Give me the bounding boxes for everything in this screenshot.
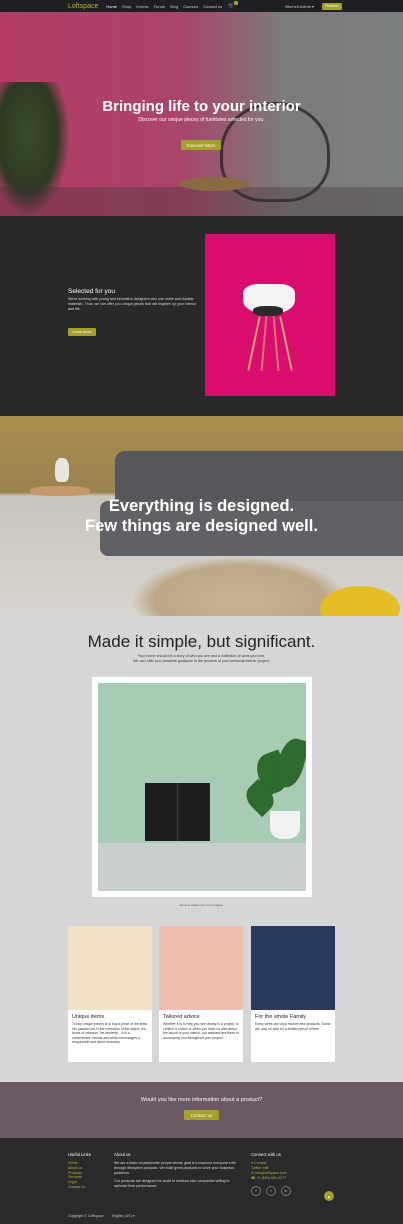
simple-section: Made it simple, but significant. Your ho… [0,616,403,926]
footer: Useful Links Home About us Products Serv… [0,1138,403,1224]
side-table-decoration [180,177,250,191]
cta-section: Would you like more information about a … [0,1082,403,1138]
stool-decoration [30,486,90,496]
card-title: Tailored advice [163,1014,200,1020]
footer-contact-label: Contact [254,1161,267,1165]
sofa-banner: Everything is designed. Few things are d… [0,416,403,616]
footer-connect: Connect with us ● Contact Twitter edit ✉… [251,1152,291,1196]
brand-logo[interactable]: Loftspace [68,3,98,10]
hero-subtitle: Discover our unique pieces of furnitures… [138,117,265,123]
facebook-icon[interactable]: f [251,1186,261,1196]
card-image [68,926,152,1010]
footer-useful-title: Useful Links [68,1152,91,1157]
floor-decoration [0,187,403,216]
card-title: Unique items [72,1014,105,1020]
card-image [159,926,243,1010]
selected-text: We're working with young and innovative … [68,297,196,312]
banner-line-2: Few things are designed well. [85,517,318,535]
floor [98,843,306,891]
footer-useful-links: Useful Links Home About us Products Serv… [68,1152,91,1190]
redirect-button[interactable]: Redirect [322,2,342,10]
selected-title: Selected for you [68,288,115,295]
footer-connect-title: Connect with us [251,1152,281,1157]
rug-decoration [130,556,350,616]
menu-item-contact[interactable]: Contact us [203,4,222,9]
menu-item-events[interactable]: Events [136,4,148,9]
card-unique-items: Unique items To buy unique pieces is to … [68,926,152,1062]
cat [253,306,283,316]
learn-more-button[interactable]: Learn more [68,328,96,336]
feature-cards: Unique items To buy unique pieces is to … [0,926,403,1082]
hero-title: Bringing life to your interior [102,98,301,115]
leaf [271,735,306,791]
chair-leg [272,316,280,371]
menu-item-forum[interactable]: Forum [154,4,166,9]
menu-item-shop[interactable]: Shop [122,4,131,9]
chair-leg [260,316,268,371]
footer-phone-link[interactable]: ☎ +1 (650) 691-3277 [251,1176,291,1181]
footer-about: About us We are a team of passionate peo… [114,1152,239,1193]
plant-pot [270,811,300,839]
language-selector[interactable]: English (US) ▾ [112,1214,135,1218]
simple-desc-2: We can offer you complete guidance in th… [133,659,270,663]
simple-title: Made it simple, but significant. [87,632,316,651]
banner-headline: Everything is designed. Few things are d… [0,496,403,536]
chair-leg [279,316,293,371]
selected-section: Selected for you We're working with youn… [0,216,403,416]
footer-about-title: About us [114,1152,131,1157]
footer-email-label: info@loftspace.com [255,1171,287,1175]
top-navbar: Loftspace Home Shop Events Forum Blog Co… [0,0,403,12]
chair-with-cat-image [205,234,335,396]
card-image [251,926,335,1010]
footer-about-p2: Our products are designed for small to m… [114,1179,230,1189]
cart-icon[interactable]: 🛒 [228,1,239,9]
social-links: f t in [251,1186,291,1196]
copyright-text: Copyright © Loftspace [68,1214,104,1218]
featured-image-frame [92,677,312,897]
chair-leg [247,316,261,371]
card-text: Whether it is to help you see clearly in… [163,1022,239,1040]
card-title: For the whole Family [255,1014,307,1020]
banner-line-1: Everything is designed. [108,497,295,515]
user-menu[interactable]: Mitchell Admin ▾ [285,4,314,9]
vase-decoration [55,458,69,482]
simple-desc-1: Your home should be a story of who you a… [137,654,266,658]
footer-bottom: Copyright © Loftspace English (US) ▾ [68,1214,135,1218]
card-tailored-advice: Tailored advice Whether it is to help yo… [159,926,243,1062]
cabinet-plant-image [98,683,306,891]
menu-item-home[interactable]: Home [106,4,117,9]
footer-link-contact[interactable]: Contact us [68,1185,91,1190]
card-whole-family: For the whole Family Every week our shop… [251,926,335,1062]
footer-phone-label: +1 (650) 691-3277 [256,1176,287,1180]
hero-banner: Bringing life to your interior Discover … [0,12,403,216]
menu-item-courses[interactable]: Courses [183,4,198,9]
cart-count-badge [234,1,239,5]
cta-question: Would you like more information about a … [140,1097,263,1103]
card-text: To buy unique pieces is to buy a piece o… [72,1022,148,1045]
card-text: Every week our shop receive new products… [255,1022,331,1031]
marble-cabinet [145,783,210,841]
contact-us-button[interactable]: Contact us [184,1110,219,1120]
twitter-icon[interactable]: t [266,1186,276,1196]
image-caption: Home is where your story begins. [179,903,224,907]
menu-item-blog[interactable]: Blog [170,4,178,9]
main-menu: Home Shop Events Forum Blog Courses Cont… [106,4,222,9]
discover-more-button[interactable]: Discover More [181,140,221,150]
linkedin-icon[interactable]: in [281,1186,291,1196]
footer-about-p1: We are a team of passionate people whose… [114,1161,237,1175]
scroll-to-top-button[interactable]: ▲ [324,1191,334,1201]
